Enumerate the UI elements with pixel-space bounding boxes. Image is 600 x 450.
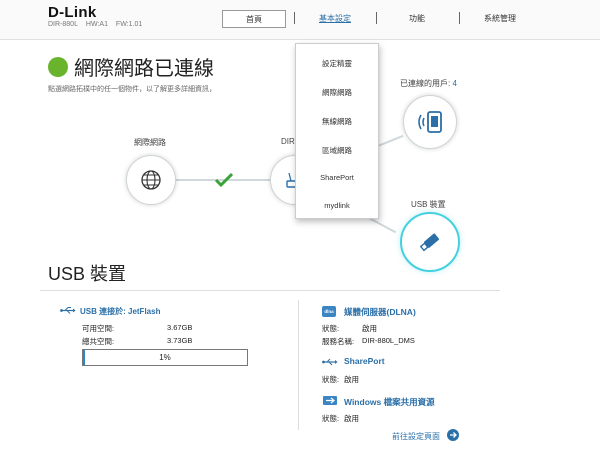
device-model-info: DIR-880L HW:A1 FW:1.01	[48, 21, 148, 28]
nav-basic-settings[interactable]: 基本設定	[303, 10, 367, 28]
menu-item-setup-wizard[interactable]: 設定精靈	[296, 58, 378, 69]
nav-management[interactable]: 系統管理	[468, 10, 532, 28]
usb-connection-info: USB 連接於: JetFlash	[80, 307, 161, 316]
connected-devices-icon	[418, 111, 442, 133]
total-space-value: 3.73GB	[167, 336, 193, 345]
nav-divider	[459, 12, 460, 24]
check-icon	[214, 172, 234, 188]
shareport-status-value: 啟用	[344, 375, 359, 384]
usb-symbol-icon	[60, 307, 76, 314]
dlna-icon: dlna	[322, 306, 336, 317]
clients-node[interactable]	[403, 95, 457, 149]
nav-home[interactable]: 首頁	[222, 10, 286, 28]
model-name: DIR-880L	[48, 21, 78, 28]
menu-item-mydlink[interactable]: mydlink	[296, 201, 378, 210]
total-space-label: 總共空間:	[82, 337, 115, 346]
clients-label-text: 已連線的用戶:	[400, 79, 451, 88]
usb-device-node[interactable]	[400, 212, 460, 272]
top-header: D-Link DIR-880L HW:A1 FW:1.01 首頁 基本設定 功能…	[0, 0, 600, 40]
menu-item-lan[interactable]: 區域網路	[296, 145, 378, 156]
dlna-service-name-label: 服務名稱:	[322, 337, 355, 346]
windows-share-icon	[323, 396, 337, 405]
topology-hint: 點選網路拓樸中的任一個物件，以了解更多詳細資訊，	[48, 86, 216, 93]
windows-share-title: Windows 檔案共用資源	[344, 397, 435, 407]
usb-device-label: USB 裝置	[411, 200, 446, 209]
usage-progress-bar: 1%	[82, 349, 248, 366]
available-space-value: 3.67GB	[167, 323, 193, 332]
globe-icon	[141, 170, 161, 190]
section-divider	[40, 290, 500, 291]
firmware-version: FW:1.01	[115, 21, 143, 28]
go-to-settings-link[interactable]: 前往設定頁面	[392, 431, 440, 442]
connection-status-title: 網際網路已連線	[74, 58, 214, 80]
dlna-title: 媒體伺服器(DLNA)	[344, 307, 416, 317]
basic-settings-dropdown: 設定精靈 網際網路 無線網路 區域網路 SharePort mydlink	[295, 43, 379, 219]
menu-item-internet[interactable]: 網際網路	[296, 87, 378, 98]
shareport-status-label: 狀態:	[322, 375, 340, 384]
connected-status-icon	[48, 57, 68, 77]
router-label: DIR	[281, 137, 295, 146]
windows-share-status-value: 啟用	[344, 414, 359, 423]
column-divider	[298, 300, 299, 430]
usb-drive-icon	[419, 233, 440, 252]
clients-count: 4	[452, 79, 457, 88]
available-space-label: 可用空間:	[82, 324, 115, 333]
dlna-service-name-value: DIR-880L_DMS	[362, 336, 415, 345]
dlna-status-value: 啟用	[362, 324, 377, 333]
dlna-status-label: 狀態:	[322, 324, 340, 333]
menu-item-shareport[interactable]: SharePort	[296, 173, 378, 182]
nav-features[interactable]: 功能	[385, 10, 449, 28]
windows-share-status-label: 狀態:	[322, 414, 340, 423]
shareport-title: SharePort	[344, 356, 385, 366]
usb-section-heading: USB 裝置	[48, 264, 127, 284]
nav-divider	[294, 12, 295, 24]
arrow-right-icon[interactable]	[447, 429, 459, 441]
internet-node[interactable]	[126, 155, 176, 205]
dlink-logo[interactable]: D-Link	[48, 4, 96, 21]
shareport-icon	[322, 358, 338, 366]
clients-label: 已連線的用戶: 4	[400, 78, 457, 89]
hardware-version: HW:A1	[85, 21, 108, 28]
menu-item-wireless[interactable]: 無線網路	[296, 116, 378, 127]
internet-label: 網際網路	[134, 138, 166, 147]
usage-percent-text: 1%	[159, 353, 171, 362]
nav-divider	[376, 12, 377, 24]
